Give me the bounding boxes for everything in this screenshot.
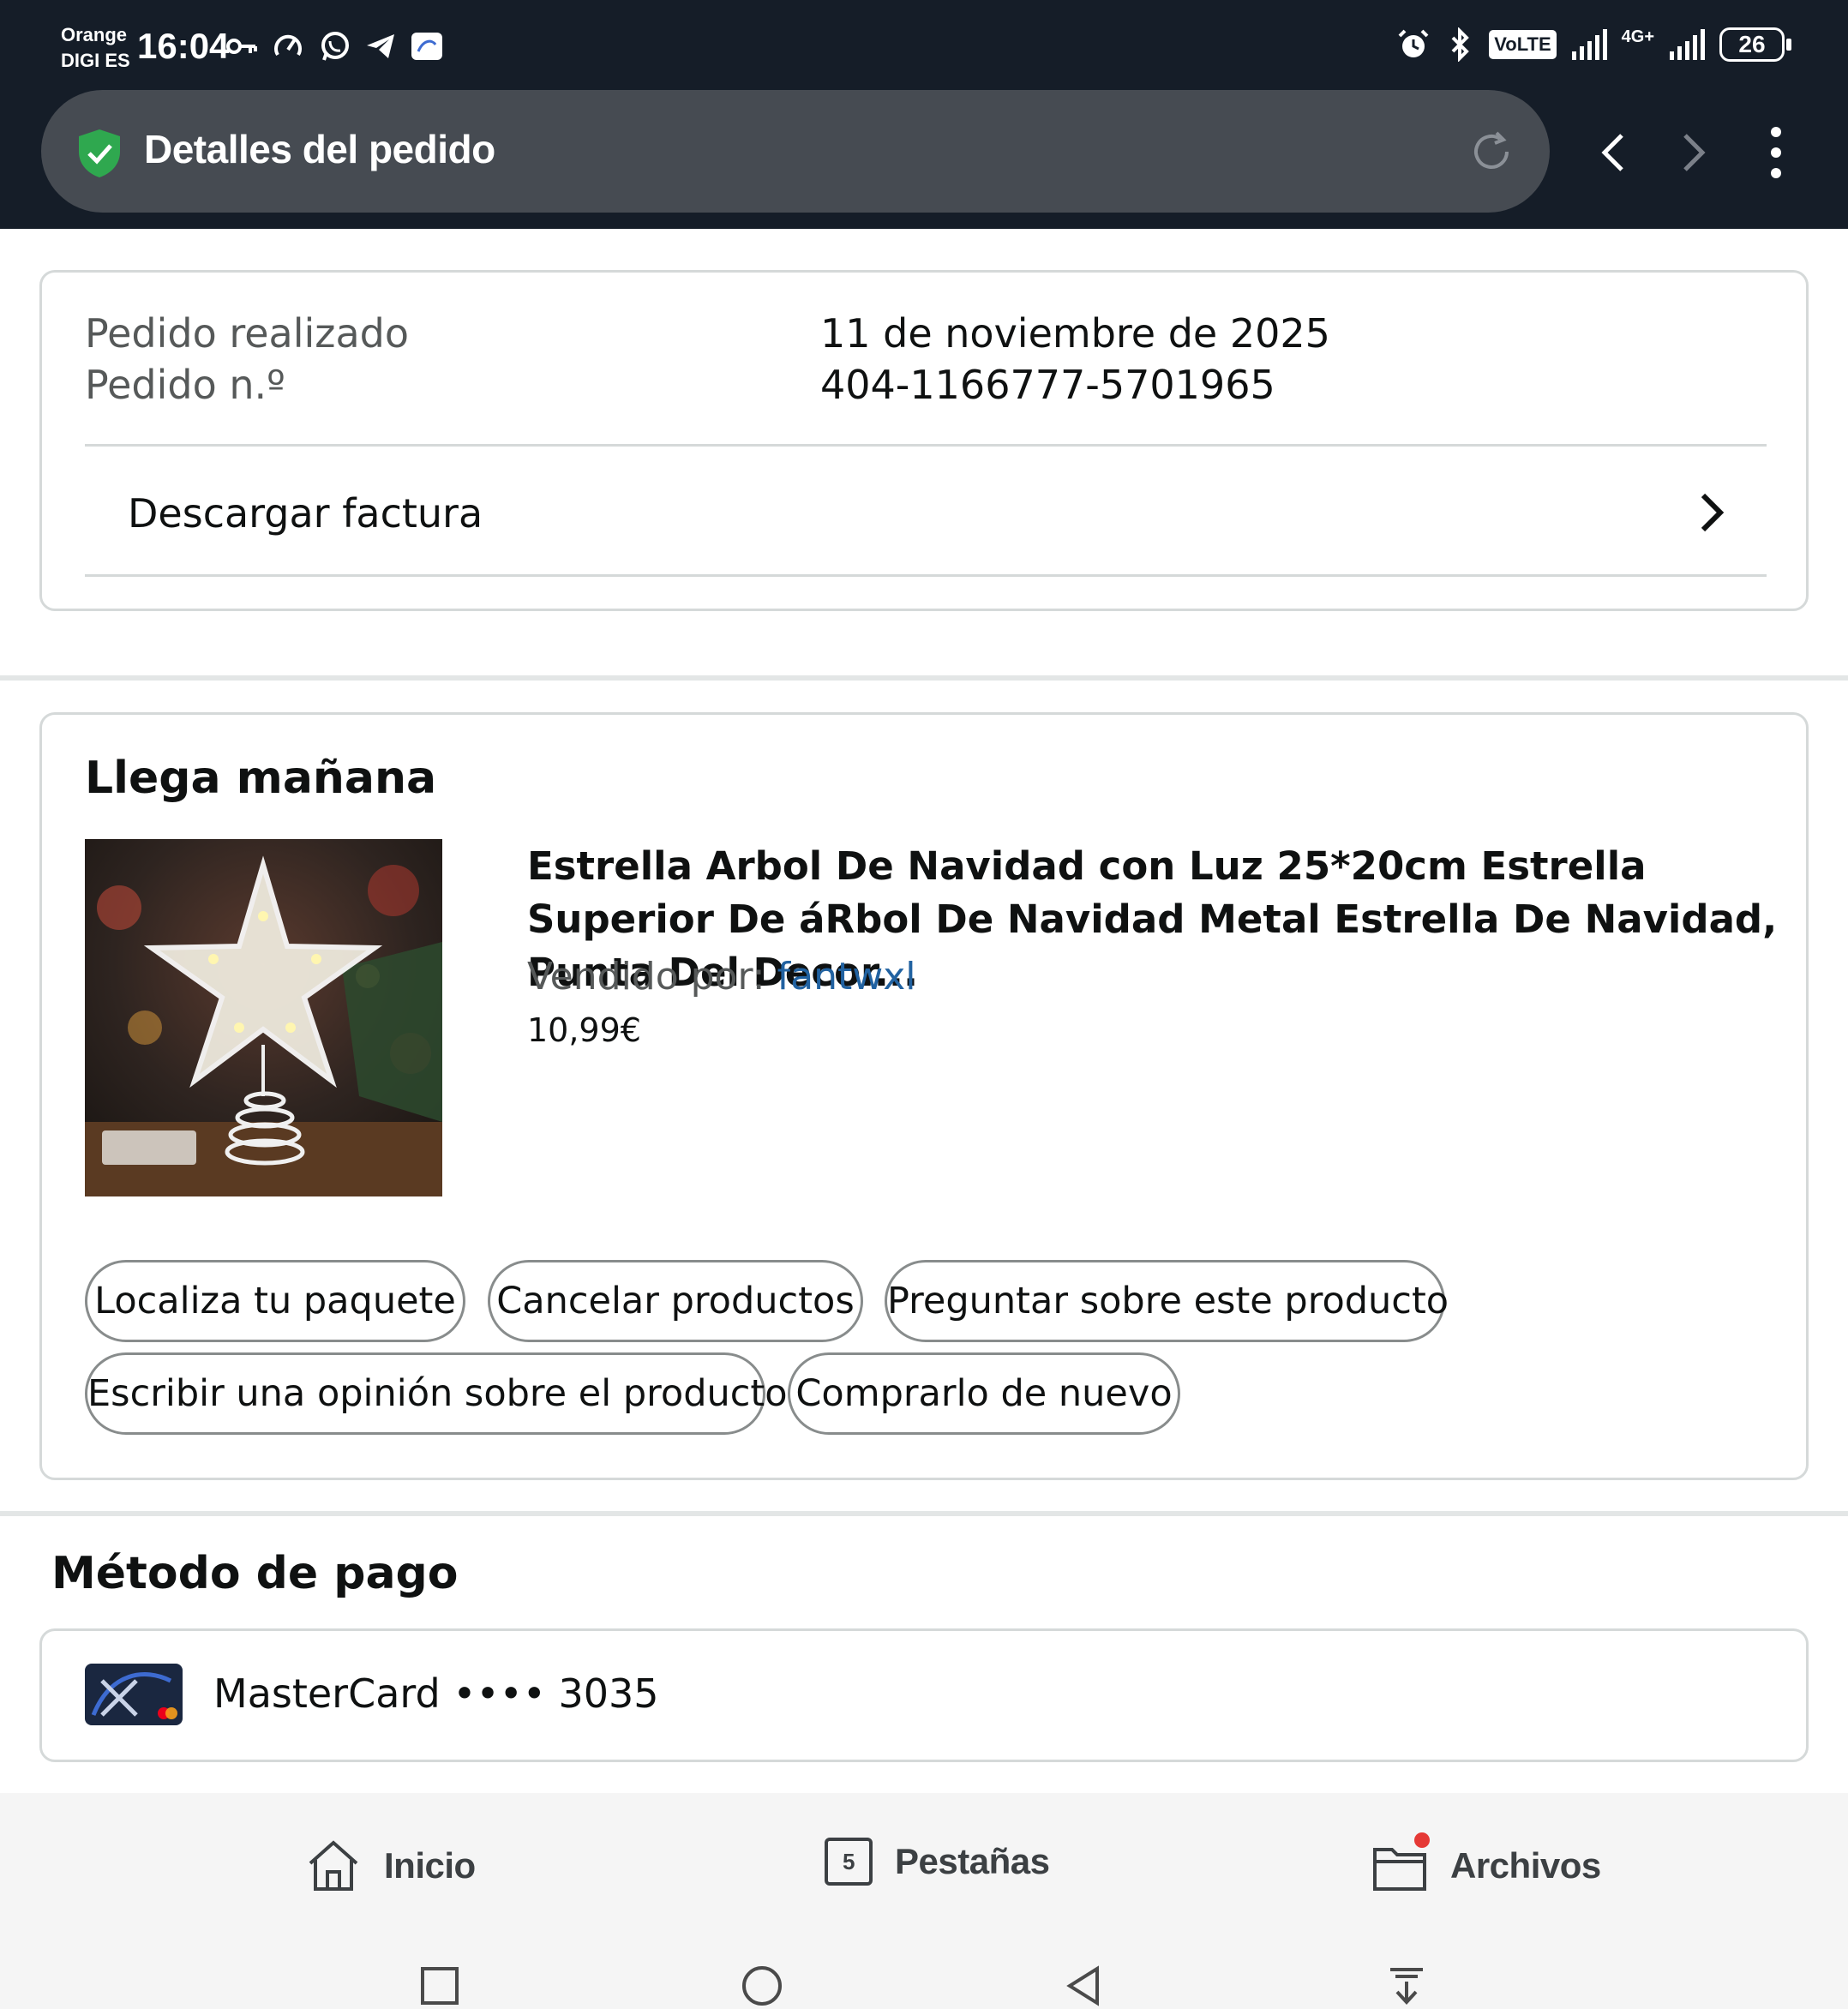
notification-icons xyxy=(225,29,444,63)
chevron-right-icon xyxy=(1701,493,1725,532)
delivery-heading: Llega mañana xyxy=(85,753,437,804)
browser-bottom-bar: Inicio 5 Pestañas Archivos xyxy=(0,1793,1848,2009)
divider xyxy=(85,574,1767,577)
top-bar: Orange DIGI ES 16:04 VoLTE 4G+ 26 Detall… xyxy=(0,0,1848,229)
reload-icon[interactable] xyxy=(1467,128,1515,176)
home-label: Inicio xyxy=(384,1845,476,1886)
order-number-label: Pedido n.º xyxy=(85,362,285,408)
volte-badge: VoLTE xyxy=(1489,30,1557,59)
home-nav-item[interactable]: Inicio xyxy=(305,1838,476,1894)
recent-apps-icon[interactable] xyxy=(418,1964,461,2007)
battery-indicator: 26 xyxy=(1719,27,1791,62)
product-price: 10,99€ xyxy=(527,1011,641,1049)
telegram-icon xyxy=(367,34,394,58)
files-label: Archivos xyxy=(1450,1845,1601,1886)
carrier-label: Orange DIGI ES xyxy=(61,22,130,74)
home-circle-icon[interactable] xyxy=(741,1964,783,2007)
page-title: Detalles del pedido xyxy=(144,127,495,171)
payment-heading: Método de pago xyxy=(51,1548,459,1599)
home-icon xyxy=(309,1840,358,1891)
app-notification-icon xyxy=(411,33,442,60)
mastercard-logo xyxy=(85,1664,183,1725)
download-invoice-label: Descargar factura xyxy=(128,490,483,537)
seller-label: Vendido por: xyxy=(527,955,765,999)
tabs-label: Pestañas xyxy=(895,1841,1050,1881)
order-summary-card: Pedido realizado 11 de noviembre de 2025… xyxy=(39,270,1809,611)
whatsapp-icon xyxy=(321,32,349,61)
carrier-line-1: Orange xyxy=(61,24,128,45)
url-bar[interactable]: Detalles del pedido xyxy=(41,90,1550,213)
divider xyxy=(85,444,1767,447)
track-package-button[interactable]: Localiza tu paquete xyxy=(85,1260,465,1342)
product-image[interactable] xyxy=(85,839,442,1196)
cancel-items-button[interactable]: Cancelar productos xyxy=(488,1260,863,1342)
system-status-icons: VoLTE 4G+ 26 xyxy=(1396,27,1791,62)
notification-dot xyxy=(1414,1832,1430,1848)
more-menu-icon[interactable] xyxy=(1750,120,1802,185)
payment-card: MasterCard •••• 3035 xyxy=(39,1628,1809,1762)
ask-product-question-button[interactable]: Preguntar sobre este producto xyxy=(885,1260,1449,1342)
network-type: 4G+ xyxy=(1621,27,1654,46)
buy-again-button[interactable]: Comprarlo de nuevo xyxy=(788,1352,1180,1435)
dropdown-notifications-icon[interactable] xyxy=(1385,1964,1428,2007)
seller-link[interactable]: fantwxl xyxy=(777,955,916,999)
write-review-button[interactable]: Escribir una opinión sobre el producto xyxy=(85,1352,788,1435)
order-placed-label: Pedido realizado xyxy=(85,310,409,357)
back-triangle-icon[interactable] xyxy=(1063,1964,1106,2007)
payment-card-text: MasterCard •••• 3035 xyxy=(213,1670,659,1717)
vpn-key-icon xyxy=(226,39,257,54)
shipment-card: Llega mañana Estrella Arbol De Navidad c… xyxy=(39,712,1809,1480)
alarm-icon xyxy=(1398,29,1429,57)
folder-icon xyxy=(1371,1832,1430,1894)
bluetooth-icon xyxy=(1451,27,1470,62)
signal-icon xyxy=(1571,29,1607,60)
shield-check-icon xyxy=(79,129,120,177)
tabs-count-icon: 5 xyxy=(825,1838,873,1886)
speedometer-icon xyxy=(274,34,302,57)
carrier-line-2: DIGI ES xyxy=(61,50,130,71)
section-divider xyxy=(0,1511,1848,1516)
status-bar: Orange DIGI ES 16:04 VoLTE 4G+ 26 xyxy=(0,0,1848,90)
tabs-nav-item[interactable]: 5 Pestañas xyxy=(825,1838,1050,1886)
order-placed-date: 11 de noviembre de 2025 xyxy=(820,310,1330,357)
seller-info: Vendido por: fantwxl xyxy=(527,955,915,999)
signal-icon-2 xyxy=(1670,29,1705,60)
section-divider xyxy=(0,675,1848,681)
clock: 16:04 xyxy=(137,26,230,66)
back-arrow-icon[interactable] xyxy=(1587,120,1639,185)
download-invoice-row[interactable]: Descargar factura xyxy=(85,451,1767,574)
files-nav-item[interactable]: Archivos xyxy=(1371,1832,1601,1894)
forward-arrow-icon[interactable] xyxy=(1668,120,1719,185)
star-topper-image xyxy=(85,839,442,1196)
order-number-value: 404-1166777-5701965 xyxy=(820,362,1275,408)
